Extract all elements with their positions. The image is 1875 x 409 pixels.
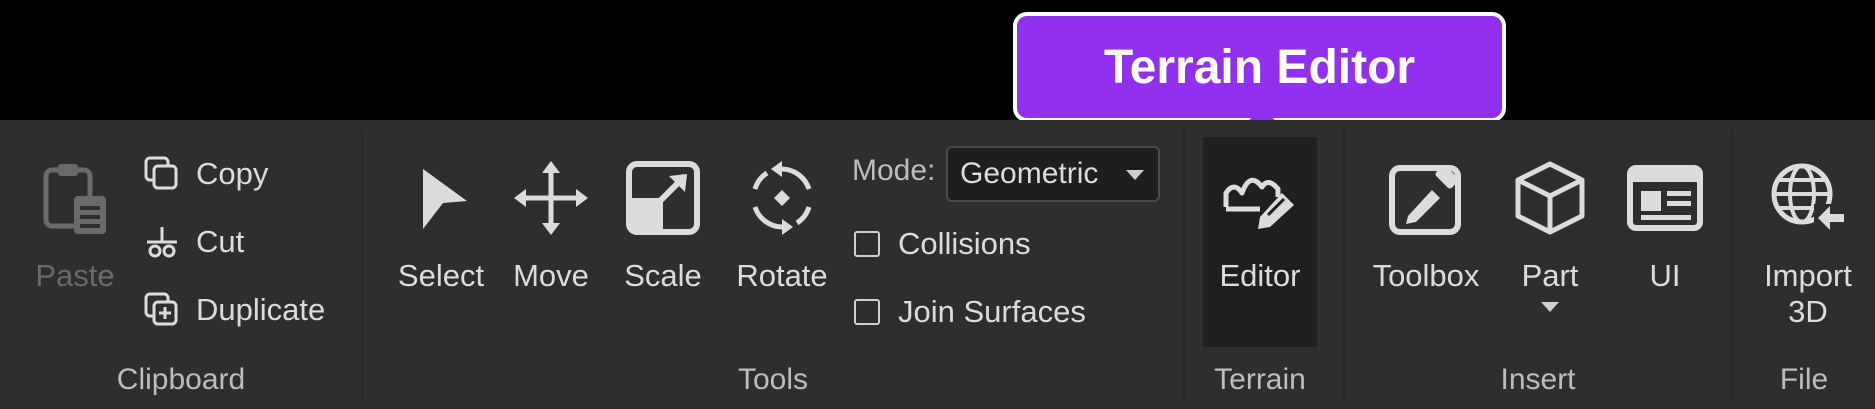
part-button[interactable]: Part <box>1505 120 1595 312</box>
duplicate-icon <box>142 290 182 330</box>
copy-button[interactable]: Copy <box>142 154 268 194</box>
cube-icon <box>1510 158 1590 238</box>
chevron-down-icon[interactable] <box>1541 302 1559 312</box>
globe-import-icon <box>1768 158 1848 238</box>
ui-label: UI <box>1649 258 1681 293</box>
insert-group-label: Insert <box>1500 363 1576 396</box>
editor-label: Editor <box>1219 258 1301 293</box>
scale-icon <box>623 158 703 238</box>
tools-group: Select Move Scale Rotate Mode: Geometric… <box>364 120 1182 409</box>
clipboard-group: Paste Copy Cut Duplicate Clipboard <box>0 120 362 409</box>
collisions-checkbox[interactable]: Collisions <box>854 226 1031 262</box>
toolbox-label: Toolbox <box>1372 258 1480 293</box>
move-arrows-icon <box>511 158 591 238</box>
paste-label: Paste <box>35 258 115 293</box>
terrain-editor-button[interactable]: Editor <box>1203 120 1317 294</box>
checkbox-unchecked-icon <box>854 299 880 325</box>
part-label: Part <box>1521 258 1579 293</box>
chevron-down-icon <box>1126 170 1144 180</box>
toolbox-button[interactable]: Toolbox <box>1367 120 1485 294</box>
terrain-group: Editor Terrain <box>1185 120 1335 409</box>
ribbon-toolbar: Paste Copy Cut Duplicate Clipboard Selec… <box>0 120 1875 409</box>
duplicate-button[interactable]: Duplicate <box>142 290 325 330</box>
paste-button[interactable]: Paste <box>26 120 124 294</box>
ui-window-icon <box>1625 158 1705 238</box>
rotate-icon <box>742 158 822 238</box>
cut-label: Cut <box>196 224 245 259</box>
checkbox-unchecked-icon <box>854 231 880 257</box>
mode-dropdown[interactable]: Geometric <box>946 146 1160 202</box>
cursor-arrow-icon <box>401 158 481 238</box>
join-surfaces-checkbox[interactable]: Join Surfaces <box>854 294 1086 330</box>
join-surfaces-label: Join Surfaces <box>898 294 1086 329</box>
file-group: Import 3D File <box>1733 120 1875 409</box>
terrain-group-label: Terrain <box>1214 363 1306 396</box>
clipboard-paste-icon <box>35 158 115 238</box>
move-label: Move <box>513 258 589 293</box>
ui-button[interactable]: UI <box>1625 120 1705 294</box>
mode-value: Geometric <box>960 157 1099 190</box>
insert-group: Toolbox Part UI Insert <box>1345 120 1731 409</box>
group-separator <box>361 130 363 400</box>
mode-label: Mode: <box>852 154 936 187</box>
rotate-button[interactable]: Rotate <box>732 120 832 294</box>
copy-icon <box>142 154 182 194</box>
terrain-mountain-pencil-icon <box>1220 158 1300 238</box>
move-button[interactable]: Move <box>506 120 596 294</box>
terrain-editor-tooltip: Terrain Editor <box>1013 12 1506 122</box>
scale-button[interactable]: Scale <box>620 120 706 294</box>
duplicate-label: Duplicate <box>196 292 326 327</box>
scale-label: Scale <box>624 258 702 293</box>
toolbox-icon <box>1386 158 1466 238</box>
rotate-label: Rotate <box>736 258 828 293</box>
collisions-label: Collisions <box>898 226 1031 261</box>
import-3d-label: Import 3D <box>1764 258 1852 329</box>
import-3d-button[interactable]: Import 3D <box>1753 120 1863 330</box>
clipboard-group-label: Clipboard <box>116 363 246 396</box>
copy-label: Copy <box>196 156 269 191</box>
select-label: Select <box>397 258 485 293</box>
file-group-label: File <box>1779 363 1829 396</box>
scissors-icon <box>142 222 182 262</box>
tools-group-label: Tools <box>737 363 809 396</box>
cut-button[interactable]: Cut <box>142 222 244 262</box>
select-button[interactable]: Select <box>388 120 494 294</box>
